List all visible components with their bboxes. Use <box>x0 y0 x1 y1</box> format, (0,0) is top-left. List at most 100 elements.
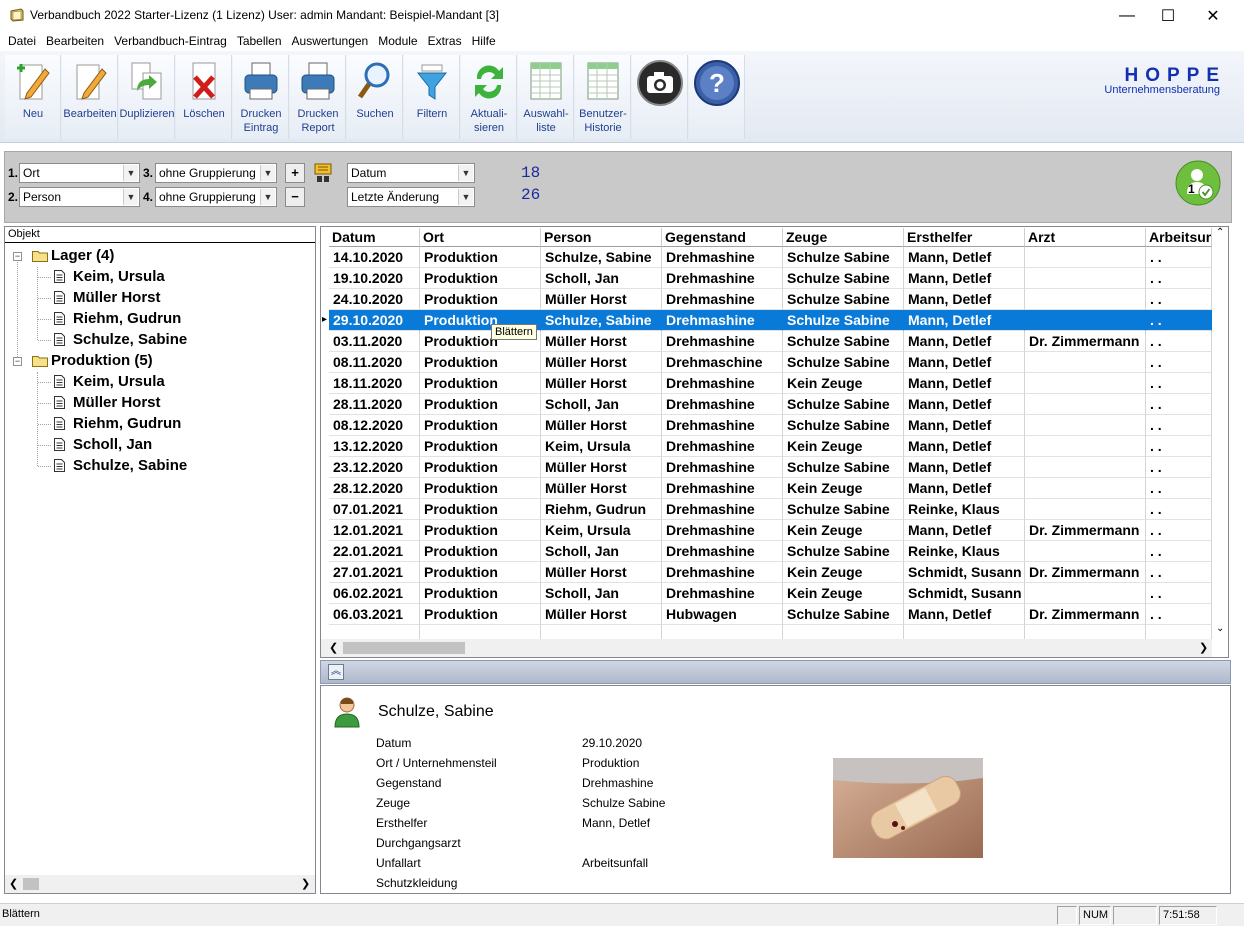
refresh-button[interactable]: Aktuali- sieren <box>461 55 517 139</box>
expander-lager[interactable]: − <box>13 252 22 261</box>
scroll-up-icon[interactable]: ⌃ <box>1216 227 1224 238</box>
remove-grouping-button[interactable]: − <box>285 187 305 207</box>
table-row[interactable]: 18.11.2020 Produktion Müller Horst Drehmash… <box>329 373 1212 394</box>
camera-button[interactable] <box>632 55 688 139</box>
status-bar: Blättern NUM 7:51:58 <box>0 903 1244 926</box>
table-cell: Müller Horst <box>541 373 662 394</box>
scroll-down-icon[interactable]: ⌄ <box>1216 623 1224 634</box>
tree-group-produktion[interactable]: Produktion (5) <box>51 351 153 371</box>
menu-datei[interactable]: Datei <box>3 34 41 48</box>
grouping-1-select[interactable]: Ort ▼ <box>19 163 140 183</box>
print-entry-button[interactable]: Drucken Eintrag <box>233 55 289 139</box>
help-button[interactable]: ? <box>689 55 745 139</box>
column-header-datum[interactable]: Datum <box>329 228 420 247</box>
scroll-left-icon[interactable]: ❮ <box>329 641 338 654</box>
tree-item[interactable]: Schulze, Sabine <box>73 330 187 350</box>
column-header-ersthelfer[interactable]: Ersthelfer <box>904 228 1025 247</box>
detail-value: Mann, Detlef <box>582 816 651 830</box>
table-row[interactable]: 24.10.2020 Produktion Müller Horst Drehmash… <box>329 289 1212 310</box>
expander-produktion[interactable]: − <box>13 357 22 366</box>
table-cell: 28.11.2020 <box>329 394 420 415</box>
menu-module[interactable]: Module <box>373 34 422 48</box>
table-row[interactable]: 06.03.2021 Produktion Müller Horst Hubwagen… <box>329 604 1212 625</box>
selection-list-button[interactable]: Auswahl- liste <box>518 55 574 139</box>
menu-hilfe[interactable]: Hilfe <box>467 34 501 48</box>
scroll-thumb[interactable] <box>23 878 39 890</box>
tree-group-lager[interactable]: Lager (4) <box>51 246 114 266</box>
table-row[interactable]: 19.10.2020 Produktion Scholl, Jan Drehmashi… <box>329 268 1212 289</box>
menu-verbandbuch-eintrag[interactable]: Verbandbuch-Eintrag <box>109 34 232 48</box>
table-row[interactable]: 07.01.2021 Produktion Riehm, Gudrun Drehmas… <box>329 499 1212 520</box>
minimize-button[interactable]: — <box>1104 0 1150 31</box>
scroll-right-icon[interactable]: ❯ <box>301 877 310 890</box>
column-header-gegenstand[interactable]: Gegenstand <box>662 228 783 247</box>
menu-extras[interactable]: Extras <box>423 34 467 48</box>
user-license-icon[interactable] <box>1175 160 1221 206</box>
grouping-3-select[interactable]: ohne Gruppierung ▼ <box>155 163 277 183</box>
new-label: Neu <box>22 108 44 120</box>
table-cell: . . <box>1146 541 1212 562</box>
filter-button[interactable]: Filtern <box>404 55 460 139</box>
scroll-right-icon[interactable]: ❯ <box>1199 641 1208 654</box>
detail-splitter[interactable]: ︽ <box>320 660 1231 684</box>
table-cell: Riehm, Gudrun <box>541 499 662 520</box>
tree-item[interactable]: Schulze, Sabine <box>73 456 187 476</box>
print-report-button[interactable]: Drucken Report <box>290 55 346 139</box>
grouping-2-select[interactable]: Person ▼ <box>19 187 140 207</box>
table-cell: Schulze Sabine <box>783 604 904 625</box>
tree-item[interactable]: Keim, Ursula <box>73 267 165 287</box>
close-button[interactable]: ✕ <box>1190 0 1236 31</box>
table-row[interactable]: 14.10.2020 Produktion Schulze, Sabine Drehm… <box>329 247 1212 268</box>
column-header-person[interactable]: Person <box>541 228 662 247</box>
search-button[interactable]: Suchen <box>347 55 403 139</box>
table-row[interactable]: 12.01.2021 Produktion Keim, Ursula Drehmash… <box>329 520 1212 541</box>
menu-bearbeiten[interactable]: Bearbeiten <box>41 34 109 48</box>
table-row[interactable]: 28.12.2020 Produktion Müller Horst Drehmash… <box>329 478 1212 499</box>
sort-2-select[interactable]: Letzte Änderung ▼ <box>347 187 475 207</box>
table-row[interactable]: 22.01.2021 Produktion Scholl, Jan Drehmashi… <box>329 541 1212 562</box>
collapse-detail-button[interactable]: ︽ <box>328 664 344 680</box>
sort-1-select[interactable]: Datum ▼ <box>347 163 475 183</box>
grouping-4-select[interactable]: ohne Gruppierung ▼ <box>155 187 277 207</box>
table-cell: Müller Horst <box>541 352 662 373</box>
table-cell: . . <box>1146 247 1212 268</box>
maximize-button[interactable]: ☐ <box>1145 0 1191 31</box>
column-header-ort[interactable]: Ort <box>420 228 541 247</box>
user-history-button[interactable]: Benutzer- Historie <box>575 55 631 139</box>
table-row[interactable]: 08.12.2020 Produktion Müller Horst Drehmash… <box>329 415 1212 436</box>
group-tree-icon[interactable] <box>312 162 334 184</box>
table-row[interactable]: 28.11.2020 Produktion Scholl, Jan Drehmashi… <box>329 394 1212 415</box>
grid-vertical-scrollbar[interactable]: ⌃ ⌄ <box>1212 227 1228 637</box>
table-row[interactable]: 23.12.2020 Produktion Müller Horst Drehmash… <box>329 457 1212 478</box>
table-row[interactable]: 08.11.2020 Produktion Müller Horst Drehmasc… <box>329 352 1212 373</box>
filter-icon <box>416 64 448 100</box>
column-header-arbeitsunfall[interactable]: Arbeitsunfall <box>1146 228 1212 247</box>
menu-auswertungen[interactable]: Auswertungen <box>287 34 374 48</box>
column-header-zeuge[interactable]: Zeuge <box>783 228 904 247</box>
tree-item[interactable]: Müller Horst <box>73 393 161 413</box>
tree-item[interactable]: Müller Horst <box>73 288 161 308</box>
duplicate-icon <box>131 62 162 100</box>
tree-item[interactable]: Riehm, Gudrun <box>73 414 181 434</box>
scroll-thumb[interactable] <box>343 642 465 654</box>
tree-horizontal-scrollbar[interactable]: ❮ ❯ <box>5 875 315 893</box>
tree-line <box>38 424 51 425</box>
new-button[interactable]: Neu <box>5 55 61 139</box>
tree-item[interactable]: Keim, Ursula <box>73 372 165 392</box>
duplicate-button[interactable]: Duplizieren <box>119 55 175 139</box>
menu-tabellen[interactable]: Tabellen <box>232 34 287 48</box>
edit-button[interactable]: Bearbeiten <box>62 55 118 139</box>
table-row[interactable]: 29.10.2020 Produktion Schulze, Sabine Drehm… <box>329 310 1212 331</box>
delete-button[interactable]: Löschen <box>176 55 232 139</box>
add-grouping-button[interactable]: + <box>285 163 305 183</box>
table-row[interactable]: 27.01.2021 Produktion Müller Horst Drehmash… <box>329 562 1212 583</box>
scroll-left-icon[interactable]: ❮ <box>9 877 18 890</box>
table-row[interactable]: 13.12.2020 Produktion Keim, Ursula Drehmash… <box>329 436 1212 457</box>
table-row[interactable]: 03.11.2020 Produktion Müller Horst Drehmash… <box>329 331 1212 352</box>
grid-horizontal-scrollbar[interactable]: ❮ ❯ <box>321 639 1212 657</box>
table-row[interactable]: 06.02.2021 Produktion Scholl, Jan Drehmashi… <box>329 583 1212 604</box>
column-header-arzt[interactable]: Arzt <box>1025 228 1146 247</box>
tree-item[interactable]: Scholl, Jan <box>73 435 152 455</box>
tree-item[interactable]: Riehm, Gudrun <box>73 309 181 329</box>
table-cell: . . <box>1146 268 1212 289</box>
